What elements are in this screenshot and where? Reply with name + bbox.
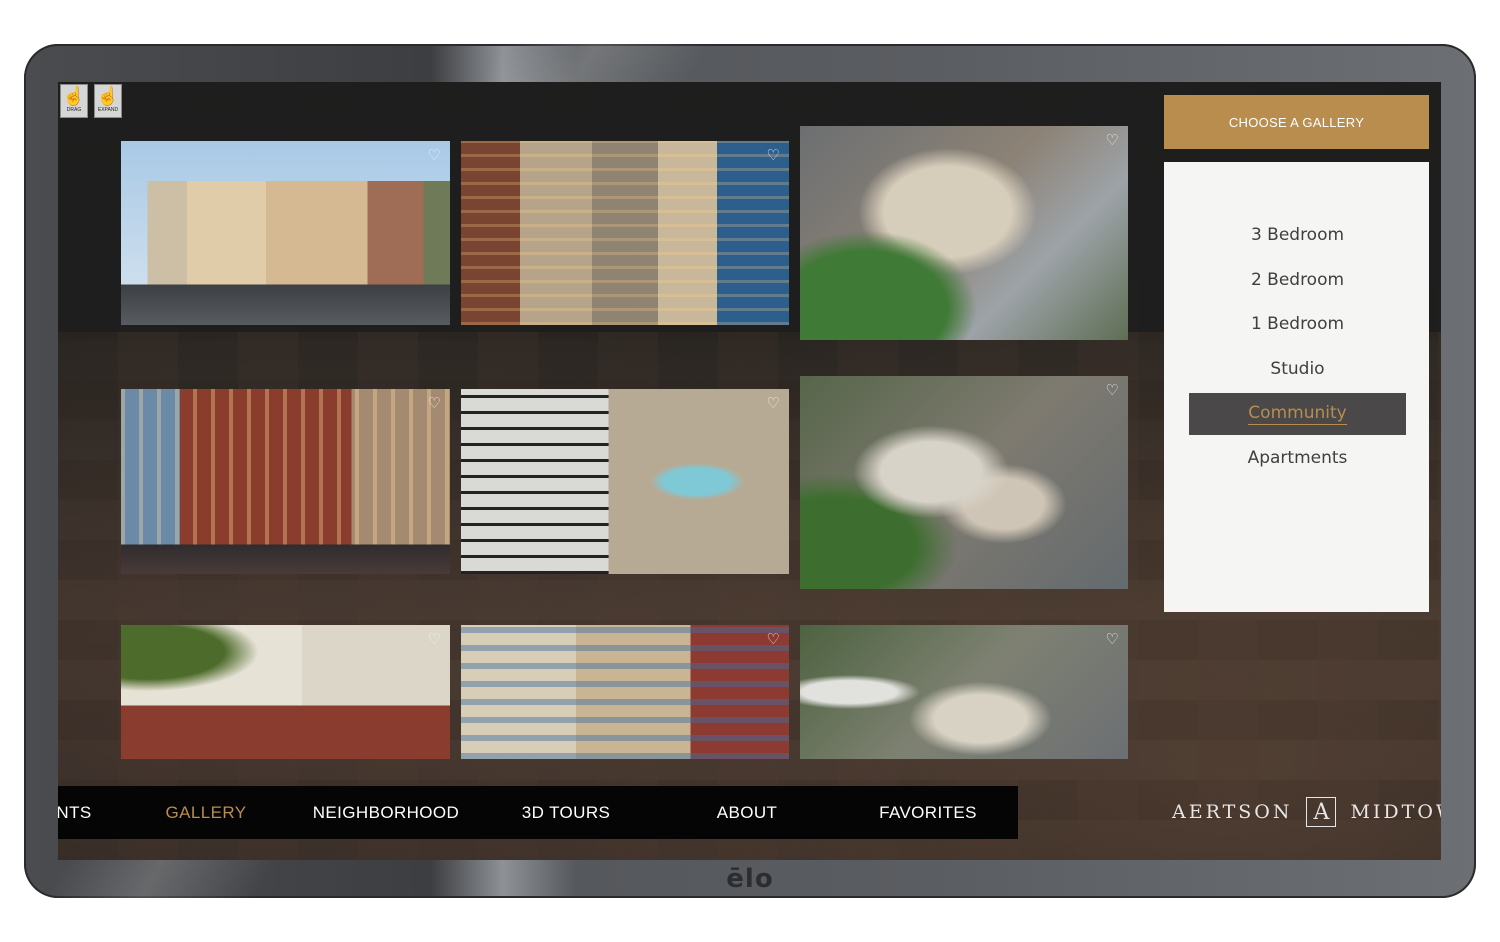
favorite-heart-icon[interactable]: ♡ xyxy=(1106,632,1119,647)
nav-item-favorites[interactable]: FAVORITES xyxy=(858,786,998,839)
gallery-item-label: 2 Bedroom xyxy=(1250,269,1345,290)
expand-tool-button[interactable]: ☝ EXPAND xyxy=(94,84,122,118)
gallery-item-2-bedroom[interactable]: 2 Bedroom xyxy=(1189,259,1406,301)
gallery-item-studio[interactable]: Studio xyxy=(1189,348,1406,390)
favorite-heart-icon[interactable]: ♡ xyxy=(1106,383,1119,398)
favorite-heart-icon[interactable]: ♡ xyxy=(767,148,780,163)
photo-street-evening[interactable]: ♡ xyxy=(121,389,450,574)
favorite-heart-icon[interactable]: ♡ xyxy=(1106,133,1119,148)
nav-item-about[interactable]: ABOUT xyxy=(687,786,807,839)
logo-text-left: AERTSON xyxy=(1172,801,1293,823)
gallery-item-label: 3 Bedroom xyxy=(1250,225,1345,245)
favorite-heart-icon[interactable]: ♡ xyxy=(428,632,441,647)
choose-gallery-button[interactable]: CHOOSE A GALLERY xyxy=(1164,95,1429,149)
favorite-heart-icon[interactable]: ♡ xyxy=(767,632,780,647)
photo-building-exterior-day[interactable]: ♡ xyxy=(121,141,450,325)
photo-building-dusk[interactable]: ♡ xyxy=(461,141,789,325)
photo-aerial-city[interactable]: ♡ xyxy=(800,625,1128,759)
gallery-item-label: Community xyxy=(1248,403,1347,426)
nav-item-neighborhood[interactable]: NEIGHBORHOOD xyxy=(296,786,476,839)
favorite-heart-icon[interactable]: ♡ xyxy=(767,396,780,411)
gallery-item-1-bedroom[interactable]: 1 Bedroom xyxy=(1189,303,1406,345)
expand-tool-label: EXPAND xyxy=(97,107,119,113)
photo-facade-trees[interactable]: ♡ xyxy=(121,625,450,759)
gallery-item-3-bedroom[interactable]: 3 Bedroom xyxy=(1189,214,1406,256)
hand-icon: ☝ xyxy=(96,86,120,106)
logo-mark: A xyxy=(1306,797,1337,827)
nav-item-gallery[interactable]: GALLERY xyxy=(146,786,266,839)
aertson-midtown-logo: AERTSON A MIDTOWN xyxy=(1172,795,1441,829)
gallery-item-label: Studio xyxy=(1270,359,1325,380)
logo-text-right: MIDTOWN xyxy=(1350,801,1441,823)
nav-item-3d-tours[interactable]: 3D TOURS xyxy=(501,786,631,839)
favorite-heart-icon[interactable]: ♡ xyxy=(428,148,441,163)
drag-tool-button[interactable]: ☝ DRAG xyxy=(60,84,88,118)
favorite-heart-icon[interactable]: ♡ xyxy=(428,396,441,411)
gallery-list: 3 Bedroom 2 Bedroom 1 Bedroom Studio Com… xyxy=(1189,214,1406,482)
photo-facade-lookup[interactable]: ♡ xyxy=(461,625,789,759)
photo-aerial-pool[interactable]: ♡ xyxy=(461,389,789,574)
gallery-item-label: Apartments xyxy=(1247,448,1348,469)
gallery-list-panel: 3 Bedroom 2 Bedroom 1 Bedroom Studio Com… xyxy=(1164,162,1429,612)
nav-item-partial[interactable]: NTS xyxy=(58,786,94,839)
photo-aerial-block[interactable]: ♡ xyxy=(800,126,1128,340)
gallery-item-community[interactable]: Community xyxy=(1189,392,1406,435)
bottom-nav: NTS GALLERY NEIGHBORHOOD 3D TOURS ABOUT … xyxy=(58,786,1018,839)
gallery-item-apartments[interactable]: Apartments xyxy=(1189,437,1406,479)
hand-icon: ☝ xyxy=(62,86,86,106)
monitor-brand-logo: ēlo xyxy=(726,864,774,894)
gallery-item-label: 1 Bedroom xyxy=(1250,314,1345,335)
kiosk-screen: ☝ DRAG ☝ EXPAND ♡ ♡ ♡ ♡ ♡ ♡ ♡ ♡ ♡ CHOOSE… xyxy=(58,82,1441,860)
drag-tool-label: DRAG xyxy=(66,107,82,113)
photo-aerial-neighborhood[interactable]: ♡ xyxy=(800,376,1128,589)
